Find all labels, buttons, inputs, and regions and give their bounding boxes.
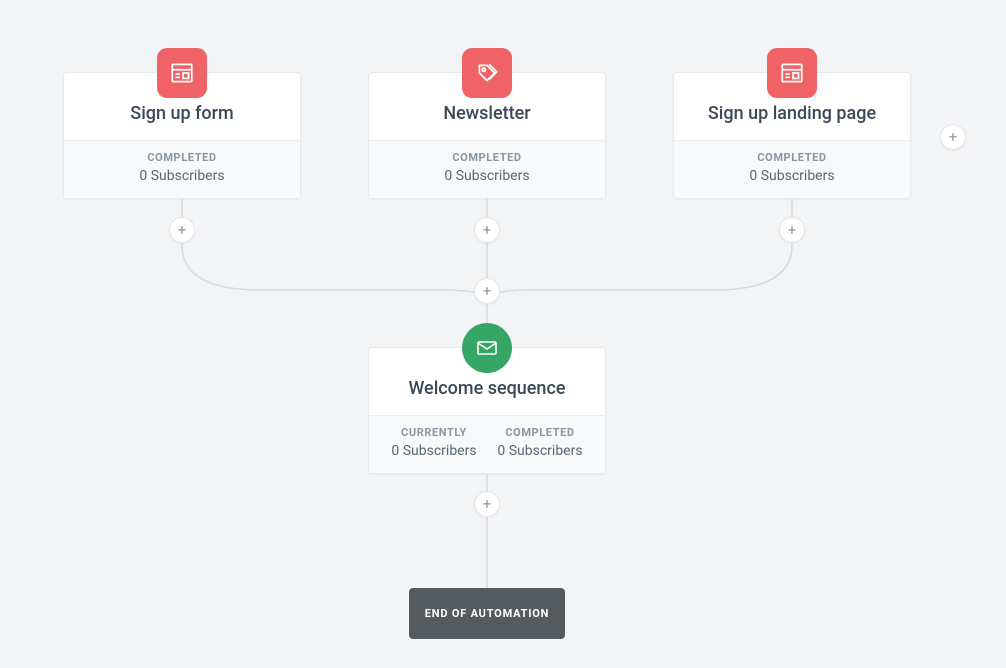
stat-value: 0 Subscribers (487, 443, 593, 459)
add-step-button[interactable]: + (474, 491, 500, 517)
stat-label: COMPLETED (686, 151, 898, 164)
stat-value: 0 Subscribers (76, 168, 288, 184)
stat-label: COMPLETED (381, 151, 593, 164)
end-of-automation: END OF AUTOMATION (409, 588, 565, 639)
entry-card-newsletter[interactable]: Newsletter COMPLETED 0 Subscribers (368, 72, 606, 199)
tag-icon (462, 48, 512, 98)
form-icon (157, 48, 207, 98)
add-entry-button[interactable]: + (940, 124, 966, 150)
stat-value: 0 Subscribers (686, 168, 898, 184)
add-step-button[interactable]: + (474, 278, 500, 304)
card-stats: CURRENTLY 0 Subscribers COMPLETED 0 Subs… (369, 415, 605, 473)
add-step-button[interactable]: + (779, 217, 805, 243)
stat-label: COMPLETED (487, 426, 593, 439)
stat-value: 0 Subscribers (381, 443, 487, 459)
envelope-icon (462, 323, 512, 373)
stat-label: COMPLETED (76, 151, 288, 164)
card-stats: COMPLETED 0 Subscribers (369, 140, 605, 198)
card-stats: COMPLETED 0 Subscribers (64, 140, 300, 198)
entry-card-landing-page[interactable]: Sign up landing page COMPLETED 0 Subscri… (673, 72, 911, 199)
entry-card-signup-form[interactable]: Sign up form COMPLETED 0 Subscribers (63, 72, 301, 199)
add-step-button[interactable]: + (474, 217, 500, 243)
stat-value: 0 Subscribers (381, 168, 593, 184)
add-step-button[interactable]: + (169, 217, 195, 243)
stat-label: CURRENTLY (381, 426, 487, 439)
sequence-card-welcome[interactable]: Welcome sequence CURRENTLY 0 Subscribers… (368, 347, 606, 474)
card-stats: COMPLETED 0 Subscribers (674, 140, 910, 198)
form-icon (767, 48, 817, 98)
